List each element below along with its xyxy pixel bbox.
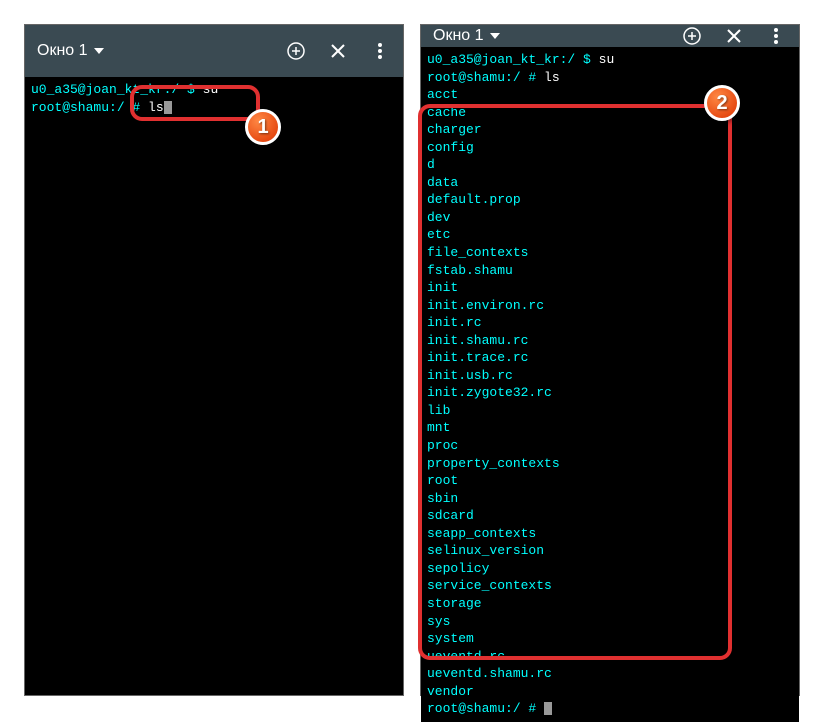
cursor (544, 702, 552, 715)
ls-output: acct cache charger config d data default… (427, 87, 560, 699)
titlebar: Окно 1 (25, 25, 403, 77)
dropdown-icon (94, 48, 104, 54)
prompt-user: u0_a35@joan_kt_kr:/ $ (31, 82, 203, 97)
dropdown-icon (490, 33, 500, 39)
window-title-text: Окно 1 (433, 27, 484, 45)
terminal-window-right: Окно 1 u0_a35@joan_kt_kr:/ $ su root@sha… (420, 24, 800, 696)
terminal-window-left: Окно 1 u0_a35@joan_kt_kr:/ $ su root@sha… (24, 24, 404, 696)
command-text: ls (148, 100, 164, 115)
terminal-output[interactable]: u0_a35@joan_kt_kr:/ $ su root@shamu:/ # … (25, 77, 403, 695)
menu-icon[interactable] (765, 25, 787, 47)
window-title[interactable]: Окно 1 (37, 42, 285, 60)
window-title-text: Окно 1 (37, 42, 88, 60)
add-icon[interactable] (681, 25, 703, 47)
command-text: su (203, 82, 219, 97)
close-icon[interactable] (327, 40, 349, 62)
prompt-root: root@shamu:/ # (427, 70, 544, 85)
prompt-root: root@shamu:/ # (427, 701, 544, 716)
cursor (164, 101, 172, 114)
annotation-badge-2: 2 (704, 85, 740, 121)
command-text: ls (544, 70, 560, 85)
prompt-user: u0_a35@joan_kt_kr:/ $ (427, 52, 599, 67)
annotation-badge-1: 1 (245, 109, 281, 145)
window-title[interactable]: Окно 1 (433, 27, 681, 45)
titlebar: Окно 1 (421, 25, 799, 47)
menu-icon[interactable] (369, 40, 391, 62)
close-icon[interactable] (723, 25, 745, 47)
terminal-output[interactable]: u0_a35@joan_kt_kr:/ $ su root@shamu:/ # … (421, 47, 799, 722)
add-icon[interactable] (285, 40, 307, 62)
prompt-root: root@shamu:/ # (31, 100, 148, 115)
command-text: su (599, 52, 615, 67)
